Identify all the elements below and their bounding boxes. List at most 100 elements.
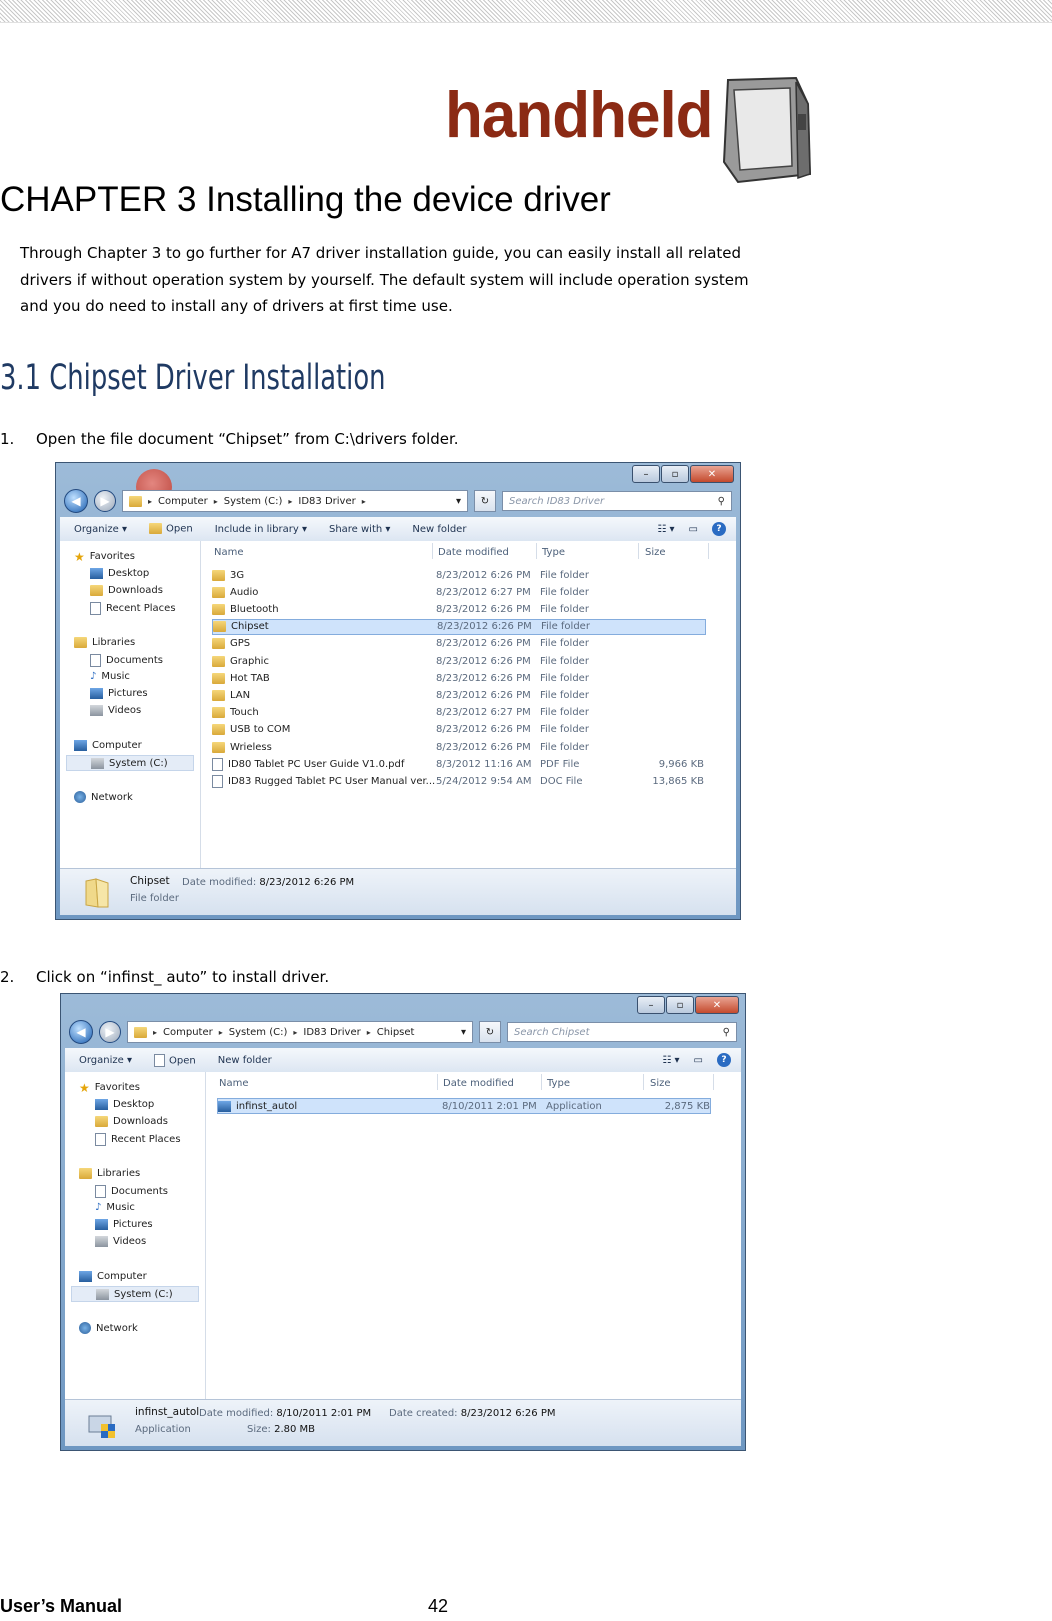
close-button[interactable]: ✕ bbox=[690, 465, 734, 483]
minimize-button[interactable]: – bbox=[637, 996, 665, 1014]
window-caption-buttons: – ▫ ✕ bbox=[632, 465, 734, 483]
breadcrumb-computer[interactable]: Computer bbox=[163, 1027, 213, 1038]
back-button[interactable]: ◀ bbox=[64, 489, 88, 513]
list-item[interactable]: Bluetooth 8/23/2012 6:26 PM File folder bbox=[212, 601, 706, 617]
column-header-date[interactable]: Date modified bbox=[443, 1072, 514, 1094]
list-item[interactable]: Audio 8/23/2012 6:27 PM File folder bbox=[212, 584, 706, 600]
file-icon bbox=[212, 774, 223, 788]
step-2: 2. Click on “infinst_ auto” to install dr… bbox=[0, 968, 330, 986]
music-icon: ♪ bbox=[95, 1202, 102, 1213]
forward-button[interactable]: ▶ bbox=[94, 490, 116, 512]
nav-favorites[interactable]: ★ Favorites bbox=[79, 1082, 140, 1094]
include-in-library-button[interactable]: Include in library ▾ bbox=[215, 524, 307, 535]
help-icon[interactable]: ? bbox=[712, 522, 726, 536]
breadcrumb-chipset[interactable]: Chipset bbox=[377, 1027, 415, 1038]
breadcrumb-id83-driver[interactable]: ID83 Driver bbox=[303, 1027, 360, 1038]
maximize-button[interactable]: ▫ bbox=[666, 996, 694, 1014]
address-dropdown-icon[interactable]: ▾ bbox=[461, 1027, 466, 1038]
refresh-button[interactable]: ↻ bbox=[479, 1021, 501, 1043]
breadcrumb-id83-driver[interactable]: ID83 Driver bbox=[298, 496, 355, 507]
list-item[interactable]: 3G 8/23/2012 6:26 PM File folder bbox=[212, 567, 706, 583]
nav-downloads[interactable]: Downloads bbox=[90, 585, 163, 596]
column-header-type[interactable]: Type bbox=[547, 1072, 570, 1094]
nav-favorites[interactable]: ★ Favorites bbox=[74, 549, 135, 564]
column-header-date[interactable]: Date modified bbox=[438, 541, 509, 563]
address-bar[interactable]: ▸ Computer ▸ System (C:) ▸ ID83 Driver ▸ ▾ bbox=[122, 490, 468, 512]
list-item[interactable]: Chipset 8/23/2012 6:26 PM File folder bbox=[212, 618, 706, 635]
minimize-button[interactable]: – bbox=[632, 465, 660, 483]
nav-computer[interactable]: Computer bbox=[79, 1271, 147, 1282]
navigation-pane: ★ Favorites Desktop Downloads Recent Plac… bbox=[60, 541, 201, 871]
nav-music[interactable]: ♪ Music bbox=[90, 671, 130, 682]
organize-button[interactable]: Organize ▾ bbox=[74, 524, 127, 535]
preview-pane-icon[interactable]: ▭ bbox=[689, 524, 698, 535]
nav-network[interactable]: Network bbox=[74, 791, 133, 803]
breadcrumb-computer[interactable]: Computer bbox=[158, 496, 208, 507]
list-item-infinst-autol[interactable]: infinst_autol 8/10/2011 2:01 PM Applicat… bbox=[217, 1098, 711, 1114]
help-icon[interactable]: ? bbox=[717, 1053, 731, 1067]
folder-icon bbox=[213, 621, 226, 633]
breadcrumb-system[interactable]: System (C:) bbox=[224, 496, 283, 507]
list-item[interactable]: Touch 8/23/2012 6:27 PM File folder bbox=[212, 705, 706, 721]
column-header-size[interactable]: Size bbox=[645, 541, 666, 563]
details-date: 8/10/2011 2:01 PM bbox=[276, 1408, 372, 1419]
column-header-size[interactable]: Size bbox=[650, 1072, 671, 1094]
maximize-button[interactable]: ▫ bbox=[661, 465, 689, 483]
nav-network[interactable]: Network bbox=[79, 1322, 138, 1334]
nav-videos[interactable]: Videos bbox=[90, 705, 141, 716]
nav-pictures[interactable]: Pictures bbox=[95, 1219, 153, 1230]
star-icon: ★ bbox=[74, 549, 85, 564]
list-item[interactable]: Wrieless 8/23/2012 6:26 PM File folder bbox=[212, 739, 706, 755]
explorer-window-id83-driver: – ▫ ✕ ◀ ▶ ▸ Computer ▸ System (C:) ▸ ID83 D… bbox=[55, 462, 741, 920]
nav-music[interactable]: ♪ Music bbox=[95, 1202, 135, 1213]
search-input[interactable]: Search Chipset ⚲ bbox=[507, 1022, 737, 1042]
share-with-button[interactable]: Share with ▾ bbox=[329, 524, 390, 535]
nav-pictures[interactable]: Pictures bbox=[90, 688, 148, 699]
address-bar[interactable]: ▸ Computer ▸ System (C:) ▸ ID83 Driver ▸ Chi… bbox=[127, 1021, 473, 1043]
nav-desktop[interactable]: Desktop bbox=[95, 1099, 154, 1110]
list-item[interactable]: USB to COM 8/23/2012 6:26 PM File folder bbox=[212, 722, 706, 738]
view-options-icon[interactable]: ☷ ▾ bbox=[657, 524, 674, 535]
search-input[interactable]: Search ID83 Driver ⚲ bbox=[502, 491, 732, 511]
nav-documents[interactable]: Documents bbox=[90, 654, 163, 667]
nav-libraries[interactable]: Libraries bbox=[74, 637, 135, 648]
address-dropdown-icon[interactable]: ▾ bbox=[456, 496, 461, 507]
list-item[interactable]: LAN 8/23/2012 6:26 PM File folder bbox=[212, 687, 706, 703]
list-item[interactable]: ID83 Rugged Tablet PC User Manual ver...… bbox=[212, 773, 706, 789]
forward-button[interactable]: ▶ bbox=[99, 1021, 121, 1043]
nav-videos[interactable]: Videos bbox=[95, 1236, 146, 1247]
nav-recent-places[interactable]: Recent Places bbox=[95, 1133, 181, 1146]
list-item[interactable]: ID80 Tablet PC User Guide V1.0.pdf 8/3/20… bbox=[212, 756, 706, 772]
column-header-name[interactable]: Name bbox=[214, 541, 244, 563]
list-item[interactable]: Graphic 8/23/2012 6:26 PM File folder bbox=[212, 653, 706, 669]
nav-libraries[interactable]: Libraries bbox=[79, 1168, 140, 1179]
organize-button[interactable]: Organize ▾ bbox=[79, 1055, 132, 1066]
nav-desktop[interactable]: Desktop bbox=[90, 568, 149, 579]
details-type: Application bbox=[135, 1424, 191, 1435]
list-item[interactable]: GPS 8/23/2012 6:26 PM File folder bbox=[212, 636, 706, 652]
back-button[interactable]: ◀ bbox=[69, 1020, 93, 1044]
nav-system-c[interactable]: System (C:) bbox=[71, 1286, 199, 1302]
new-folder-button[interactable]: New folder bbox=[412, 524, 466, 535]
nav-system-c[interactable]: System (C:) bbox=[66, 755, 194, 771]
folder-icon bbox=[212, 586, 225, 598]
column-header-type[interactable]: Type bbox=[542, 541, 565, 563]
address-row: ◀ ▶ ▸ Computer ▸ System (C:) ▸ ID83 Driver … bbox=[69, 1020, 737, 1044]
column-header-name[interactable]: Name bbox=[219, 1072, 249, 1094]
open-button[interactable]: Open bbox=[149, 523, 193, 535]
preview-pane-icon[interactable]: ▭ bbox=[694, 1055, 703, 1066]
close-button[interactable]: ✕ bbox=[695, 996, 739, 1014]
nav-downloads[interactable]: Downloads bbox=[95, 1116, 168, 1127]
details-pane: Chipset Date modified: 8/23/2012 6:26 PM… bbox=[60, 868, 736, 915]
breadcrumb-system[interactable]: System (C:) bbox=[229, 1027, 288, 1038]
command-bar: Organize ▾ Open Include in library ▾ Sha… bbox=[60, 517, 736, 542]
list-item[interactable]: Hot TAB 8/23/2012 6:26 PM File folder bbox=[212, 670, 706, 686]
view-options-icon[interactable]: ☷ ▾ bbox=[662, 1055, 679, 1066]
folder-icon bbox=[212, 603, 225, 615]
new-folder-button[interactable]: New folder bbox=[218, 1055, 272, 1066]
nav-recent-places[interactable]: Recent Places bbox=[90, 602, 176, 615]
open-button[interactable]: Open bbox=[154, 1053, 196, 1067]
refresh-button[interactable]: ↻ bbox=[474, 490, 496, 512]
nav-documents[interactable]: Documents bbox=[95, 1185, 168, 1198]
nav-computer[interactable]: Computer bbox=[74, 740, 142, 751]
